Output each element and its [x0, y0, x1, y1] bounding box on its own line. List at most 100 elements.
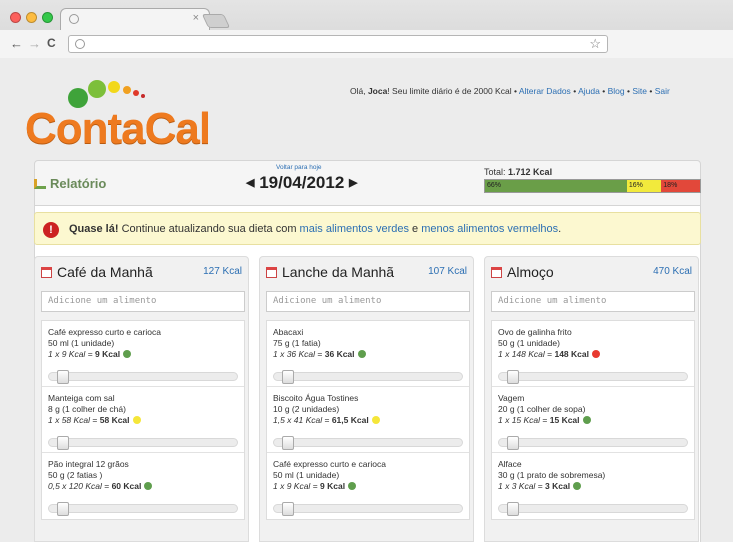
food-item: Alface 30 g (1 prato de sobremesa) 1 x 3 K…: [492, 453, 694, 519]
meal-column-lanche-da-manha: Lanche da Manhã 107 Kcal Adicione um alime…: [259, 256, 474, 542]
calorie-distribution-bar: 66% 16% 18%: [484, 179, 701, 193]
minimize-window-button[interactable]: [26, 12, 37, 23]
meal-column-cafe-da-manha: Café da Manhã 127 Kcal Adicione um aliment…: [34, 256, 249, 542]
food-name: Café expresso curto e carioca: [48, 327, 161, 337]
alterar-dados-link[interactable]: Alterar Dados: [519, 86, 571, 96]
food-name: Vagem: [498, 393, 525, 403]
food-portion: 8 g (1 colher de chá): [48, 404, 126, 414]
quantity-slider[interactable]: [48, 502, 238, 516]
quantity-slider[interactable]: [273, 370, 463, 384]
address-bar[interactable]: ☆: [68, 35, 608, 53]
calendar-icon: [41, 267, 52, 278]
quantity-slider[interactable]: [48, 436, 238, 450]
food-list: Abacaxi 75 g (1 fatia) 1 x 36 Kcal = 36 Kc…: [266, 320, 470, 520]
blog-link[interactable]: Blog: [608, 86, 625, 96]
quantity-slider[interactable]: [273, 436, 463, 450]
quantity-slider[interactable]: [498, 436, 688, 450]
slider-handle[interactable]: [282, 502, 294, 516]
meal-title: Café da Manhã: [57, 264, 153, 280]
slider-handle[interactable]: [57, 502, 69, 516]
warning-icon: !: [43, 222, 59, 238]
slider-handle[interactable]: [507, 370, 519, 384]
date-navigator: ◀ 19/04/2012 ▶: [246, 173, 358, 193]
report-link[interactable]: Relatório: [34, 176, 106, 191]
alert-message: Quase lá! Continue atualizando sua dieta…: [69, 223, 562, 235]
food-list: Ovo de galinha frito 50 g (1 unidade) 1 x …: [491, 320, 695, 520]
food-portion: 50 g (1 unidade): [498, 338, 560, 348]
slider-handle[interactable]: [282, 436, 294, 450]
window-controls: [10, 12, 53, 23]
food-portion: 50 g (2 fatias ): [48, 470, 103, 480]
slider-handle[interactable]: [57, 370, 69, 384]
close-tab-icon[interactable]: ×: [193, 12, 199, 24]
status-dot-green: [573, 482, 582, 490]
food-name: Pão integral 12 grãos: [48, 459, 129, 469]
meal-kcal: 107 Kcal: [428, 266, 467, 277]
back-icon[interactable]: ←: [10, 36, 23, 51]
food-portion: 30 g (1 prato de sobremesa): [498, 470, 606, 480]
food-item: Café expresso curto e carioca 50 ml (1 un…: [42, 321, 244, 387]
food-name: Abacaxi: [273, 327, 304, 337]
food-portion: 20 g (1 colher de sopa): [498, 404, 586, 414]
food-item: Ovo de galinha frito 50 g (1 unidade) 1 x …: [492, 321, 694, 387]
quantity-slider[interactable]: [498, 502, 688, 516]
slider-handle[interactable]: [57, 436, 69, 450]
add-food-input[interactable]: Adicione um alimento: [41, 291, 245, 312]
slider-handle[interactable]: [507, 502, 519, 516]
red-foods-link[interactable]: menos alimentos vermelhos: [421, 223, 558, 235]
forward-icon[interactable]: →: [28, 36, 41, 51]
status-dot-green: [582, 416, 591, 424]
food-calculation: 1,5 x 41 Kcal = 61,5 Kcal: [273, 415, 469, 426]
meal-title: Almoço: [507, 264, 554, 280]
calendar-icon: [266, 267, 277, 278]
add-food-input[interactable]: Adicione um alimento: [266, 291, 470, 312]
user-name: Joca: [367, 86, 388, 96]
food-calculation: 1 x 15 Kcal = 15 Kcal: [498, 415, 694, 426]
food-item: Abacaxi 75 g (1 fatia) 1 x 36 Kcal = 36 Kc…: [267, 321, 469, 387]
food-item: Vagem 20 g (1 colher de sopa) 1 x 15 Kcal …: [492, 387, 694, 453]
meal-title: Lanche da Manhã: [282, 264, 395, 280]
slider-handle[interactable]: [282, 370, 294, 384]
ajuda-link[interactable]: Ajuda: [578, 86, 600, 96]
maximize-window-button[interactable]: [42, 12, 53, 23]
status-dot-green: [348, 482, 357, 490]
status-dot-red: [591, 350, 600, 358]
contacal-logo[interactable]: ContaCal: [25, 104, 211, 154]
slider-handle[interactable]: [507, 436, 519, 450]
quantity-slider[interactable]: [48, 370, 238, 384]
food-calculation: 1 x 148 Kcal = 148 Kcal: [498, 349, 694, 360]
close-window-button[interactable]: [10, 12, 21, 23]
food-name: Ovo de galinha frito: [498, 327, 572, 337]
calendar-icon: [491, 267, 502, 278]
meal-kcal: 127 Kcal: [203, 266, 242, 277]
green-foods-link[interactable]: mais alimentos verdes: [300, 223, 409, 235]
food-portion: 50 ml (1 unidade): [48, 338, 115, 348]
page-icon: [69, 14, 79, 24]
food-item: Café expresso curto e carioca 50 ml (1 un…: [267, 453, 469, 519]
quantity-slider[interactable]: [498, 370, 688, 384]
food-portion: 50 ml (1 unidade): [273, 470, 340, 480]
total-calories: Total: 1.712 Kcal: [484, 167, 553, 177]
food-item: Biscoito Água Tostines 10 g (2 unidades) 1…: [267, 387, 469, 453]
browser-tab[interactable]: ×: [60, 8, 210, 30]
food-name: Café expresso curto e carioca: [273, 459, 386, 469]
green-segment: 66%: [485, 180, 627, 192]
quantity-slider[interactable]: [273, 502, 463, 516]
status-dot-green: [357, 350, 366, 358]
reload-icon[interactable]: C: [47, 36, 56, 50]
add-food-input[interactable]: Adicione um alimento: [491, 291, 695, 312]
sair-link[interactable]: Sair: [655, 86, 670, 96]
previous-day-icon[interactable]: ◀: [246, 177, 254, 189]
food-calculation: 1 x 36 Kcal = 36 Kcal: [273, 349, 469, 360]
food-portion: 75 g (1 fatia): [273, 338, 321, 348]
bookmark-star-icon[interactable]: ☆: [589, 36, 601, 52]
yellow-segment: 16%: [626, 180, 662, 192]
site-link[interactable]: Site: [632, 86, 647, 96]
meal-header: Lanche da Manhã 107 Kcal: [260, 257, 473, 287]
food-item: Pão integral 12 grãos 50 g (2 fatias ) 0,5…: [42, 453, 244, 519]
next-day-icon[interactable]: ▶: [349, 177, 357, 189]
status-dot-green: [144, 482, 153, 490]
user-greeting: Olá, Joca! Seu limite diário é de 2000 K…: [350, 86, 670, 96]
back-to-today-link[interactable]: Voltar para hoje: [276, 164, 322, 171]
food-calculation: 1 x 3 Kcal = 3 Kcal: [498, 481, 694, 492]
